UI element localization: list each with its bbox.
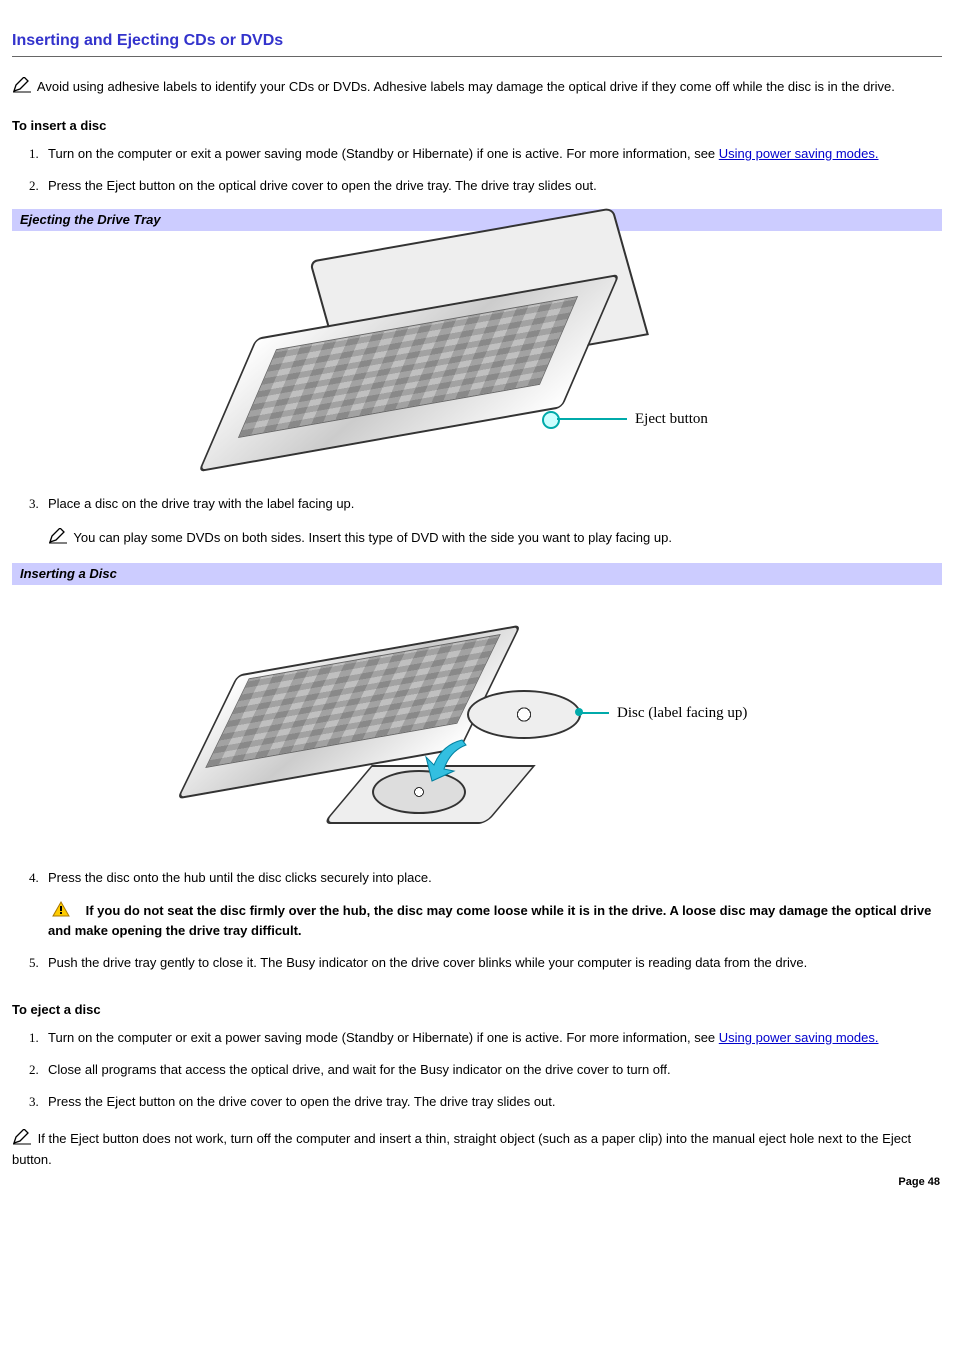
intro-note-text: Avoid using adhesive labels to identify …	[37, 79, 895, 94]
page-title: Inserting and Ejecting CDs or DVDs	[12, 30, 942, 52]
insert-heading: To insert a disc	[12, 117, 942, 135]
insert-step-4: Press the disc onto the hub until the di…	[42, 869, 942, 941]
figure2-label: Disc (label facing up)	[617, 703, 747, 724]
power-saving-modes-link[interactable]: Using power saving modes.	[719, 146, 879, 161]
title-rule	[12, 56, 942, 57]
figure2-image: Disc (label facing up)	[12, 585, 942, 845]
insert-step-4-text: Press the disc onto the hub until the di…	[48, 870, 432, 885]
pencil-note-icon	[12, 1129, 32, 1150]
insert-step-5: Push the drive tray gently to close it. …	[42, 954, 942, 972]
insert-arrow-icon	[422, 735, 472, 785]
insert-step-3: Place a disc on the drive tray with the …	[42, 495, 942, 548]
pencil-note-icon	[48, 528, 68, 549]
figure1-label: Eject button	[635, 409, 708, 430]
footer-note-text: If the Eject button does not work, turn …	[12, 1131, 911, 1166]
eject-step-1: Turn on the computer or exit a power sav…	[42, 1029, 942, 1047]
footer-note: If the Eject button does not work, turn …	[12, 1129, 942, 1168]
caution-icon	[52, 901, 70, 922]
intro-note: Avoid using adhesive labels to identify …	[12, 77, 942, 98]
figure1-image: Eject button	[12, 231, 942, 471]
eject-step-3: Press the Eject button on the drive cove…	[42, 1093, 942, 1111]
insert-step-4-caution: If you do not seat the disc firmly over …	[48, 903, 931, 938]
figure2-caption: Inserting a Disc	[12, 563, 942, 585]
eject-button-callout-icon	[542, 411, 560, 429]
insert-step-1: Turn on the computer or exit a power sav…	[42, 145, 942, 163]
insert-step-3-text: Place a disc on the drive tray with the …	[48, 496, 354, 511]
pencil-note-icon	[12, 77, 32, 98]
figure1-caption: Ejecting the Drive Tray	[12, 209, 942, 231]
eject-step-2: Close all programs that access the optic…	[42, 1061, 942, 1079]
page-number: Page 48	[898, 1175, 940, 1190]
insert-step-3-note: You can play some DVDs on both sides. In…	[73, 530, 672, 545]
eject-step-1-text: Turn on the computer or exit a power sav…	[48, 1030, 719, 1045]
insert-step-2: Press the Eject button on the optical dr…	[42, 177, 942, 195]
insert-step-1-text: Turn on the computer or exit a power sav…	[48, 146, 719, 161]
eject-heading: To eject a disc	[12, 1001, 942, 1019]
power-saving-modes-link[interactable]: Using power saving modes.	[719, 1030, 879, 1045]
